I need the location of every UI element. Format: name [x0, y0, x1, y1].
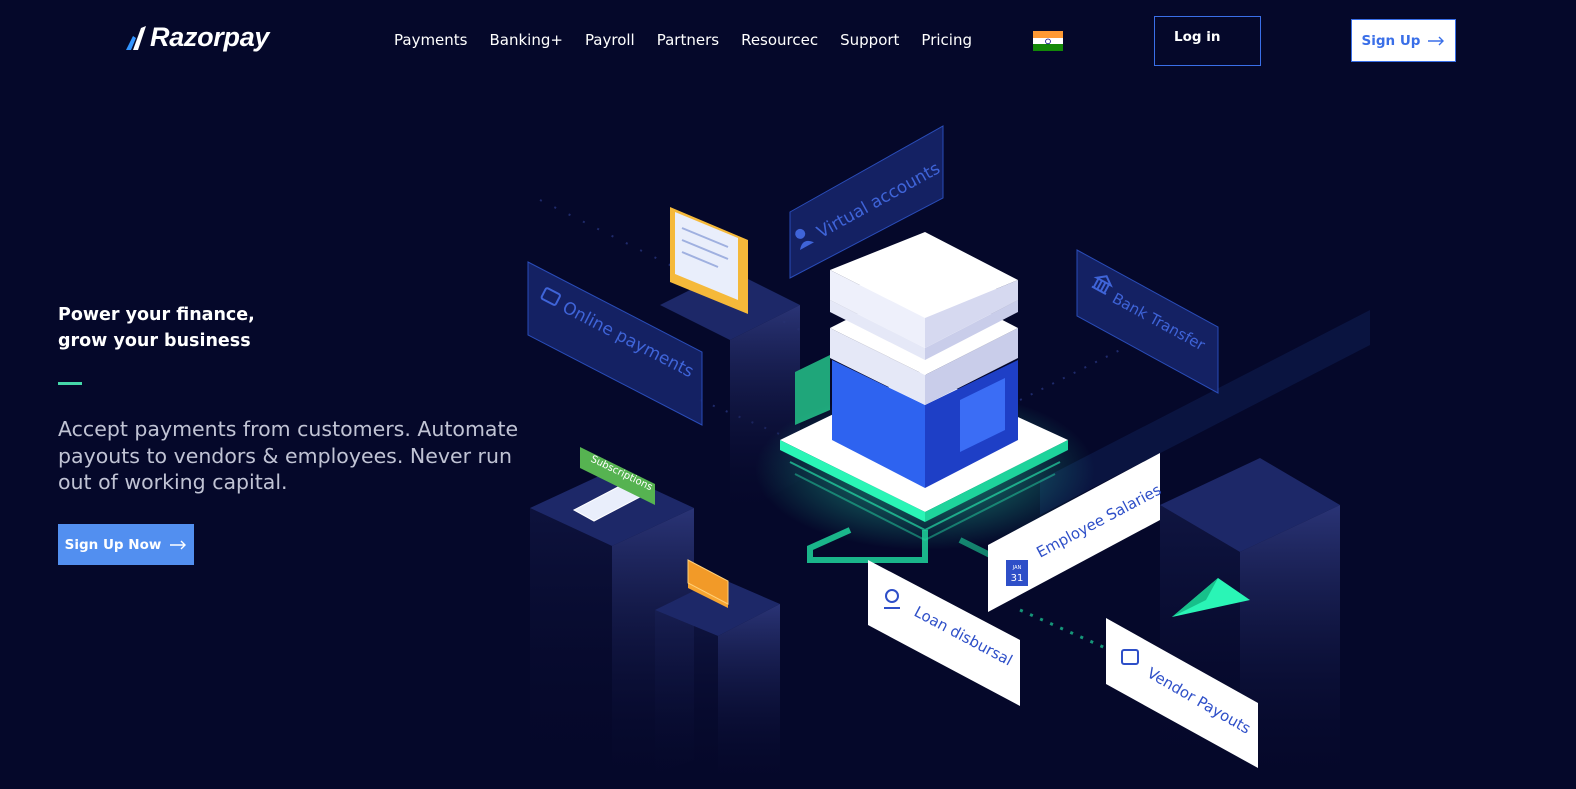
- calendar-day: 31: [1011, 573, 1024, 584]
- nav-item-banking[interactable]: Banking+: [489, 31, 562, 49]
- nav-item-payroll[interactable]: Payroll: [585, 31, 635, 49]
- bank-transfer-panel: Bank Transfer: [1076, 249, 1219, 394]
- signup-now-label: Sign Up Now: [64, 536, 162, 553]
- arrow-right-icon: [1428, 36, 1445, 45]
- razorpay-logo[interactable]: Razorpay: [124, 22, 269, 53]
- hero-subtitle: Accept payments from customers. Automate…: [58, 417, 519, 494]
- nav-item-support[interactable]: Support: [840, 31, 899, 49]
- nav-item-resources[interactable]: Resourcec: [741, 31, 818, 49]
- signup-button-label: Sign Up: [1361, 32, 1421, 49]
- chakra-icon: [1045, 38, 1051, 44]
- nav-item-pricing[interactable]: Pricing: [921, 31, 972, 49]
- hero-title: Power your finance, grow your business: [58, 302, 255, 354]
- hero-divider: [58, 382, 82, 385]
- hero-title-line2: grow your business: [58, 331, 251, 351]
- main-nav: Payments Banking+ Payroll Partners Resou…: [394, 31, 972, 49]
- signup-button[interactable]: Sign Up: [1351, 19, 1456, 62]
- brand-name: Razorpay: [150, 22, 270, 52]
- arrow-right-icon: [170, 540, 187, 549]
- nav-item-partners[interactable]: Partners: [657, 31, 719, 49]
- online-payments-panel: Online payments: [527, 261, 703, 426]
- razorpay-logo-icon: [126, 25, 146, 50]
- hero-title-line1: Power your finance,: [58, 305, 255, 325]
- hero-illustration: Online payments Virtual accounts Bank Tr…: [527, 125, 1370, 789]
- building-icon: [830, 232, 1018, 488]
- signup-now-button[interactable]: Sign Up Now: [58, 524, 194, 565]
- login-button[interactable]: Log in: [1154, 16, 1261, 66]
- calendar-month: JAN: [1012, 565, 1022, 571]
- nav-item-payments[interactable]: Payments: [394, 31, 467, 49]
- india-flag-icon[interactable]: [1033, 31, 1063, 51]
- left-pillar-front: [655, 578, 780, 789]
